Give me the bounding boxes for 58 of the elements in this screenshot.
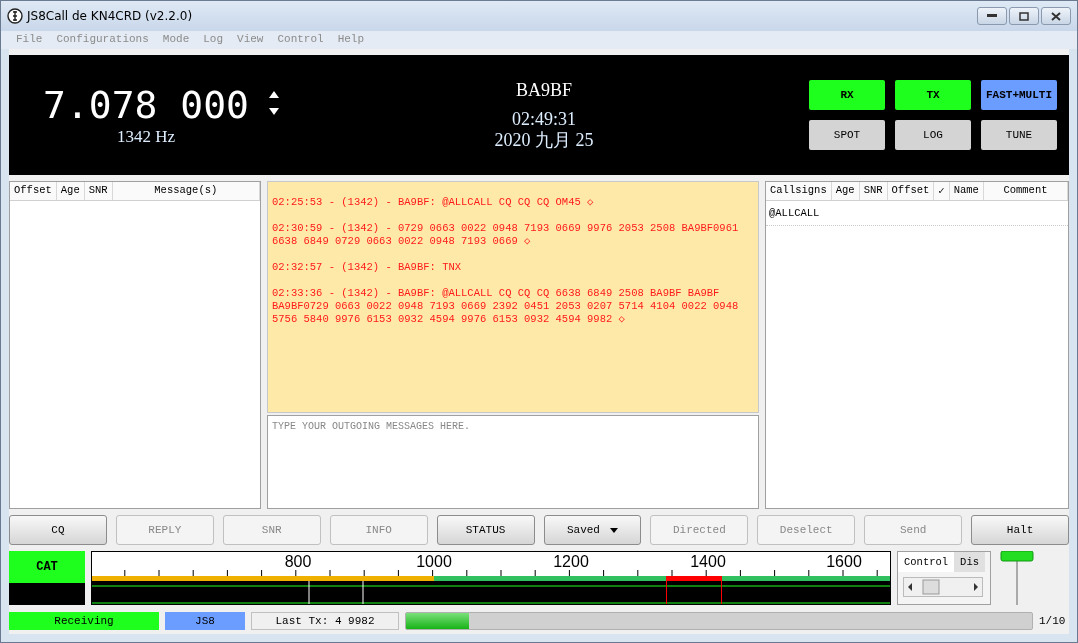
mode-button[interactable]: SPOT [809,120,885,150]
callsign-display: BA9BF [516,79,572,101]
column-header[interactable]: Comment [983,182,1068,200]
frequency-display: 7.078 000 [43,83,249,127]
minimize-icon [987,14,997,18]
scale-label: 1000 [416,553,452,571]
offset-display: 1342 Hz [116,127,176,147]
app-logo-icon [7,8,23,24]
mode-label: JS8 [165,612,245,630]
down-arrow-icon[interactable] [269,108,279,115]
action-button[interactable]: Halt [971,515,1069,545]
up-arrow-icon[interactable] [269,91,279,98]
mode-button[interactable]: LOG [895,120,971,150]
message-text: 02:32:57 - (1342) - BA9BF: TNX [272,261,463,274]
caret-icon [609,527,618,533]
column-header[interactable]: ✓ [934,182,950,200]
mode-button[interactable]: TUNE [981,120,1057,150]
action-button[interactable]: Saved [543,515,642,545]
column-header[interactable]: Age [831,182,860,200]
column-header[interactable]: Age [56,182,85,200]
message-input[interactable]: TYPE YOUR OUTGOING MESSAGES HERE. [267,415,759,509]
waterfall-drawing[interactable] [92,576,890,604]
scale-label: 1200 [553,553,589,571]
gain-slider[interactable] [999,551,1035,605]
message-text: 02:30:59 - (1342) - 0729 0663 0022 0948 7193 0669 9976 2053 2508 BA9BF0961 6638 6849 0729 0663 0022 0948 7193 0669 ◇ [272,222,740,248]
clock-display: 02:49:31 [512,108,576,130]
close-icon [1051,11,1061,21]
cat-indicator[interactable]: CAT [9,551,85,583]
callsign-row[interactable]: @ALLCALL [766,201,1068,226]
panel-tab[interactable]: Control [898,552,955,572]
action-button[interactable]: CQ [9,515,107,545]
last-tx-label: Last Tx: 4 9982 [251,612,399,630]
column-header[interactable]: Offset [10,182,57,200]
maximize-icon [1019,11,1029,21]
close-button[interactable] [1041,7,1071,25]
scale-label: 800 [284,553,312,571]
horizontal-scrollbar[interactable] [903,577,983,597]
mode-button[interactable]: TX [895,80,971,110]
scale-label: 1400 [690,553,726,571]
maximize-button[interactable] [1009,7,1039,25]
column-header[interactable]: SNR [859,182,888,200]
status-label: Receiving [9,612,159,630]
message-text: 02:33:36 - (1342) - BA9BF: @ALLCALL CQ CQ CQ 6638 6849 2508 BA9BF BA9BF BA9BF0729 0663 0022 0948 7193 0669 2392 0451 2053 0207 5714 4104 0022 0948 5756 5840 9976 6153 0932 4594 9976 6153 0932 4594 9982 ◇ [272,287,740,326]
progress-text: 1/10 [1039,615,1067,627]
mode-button[interactable]: FAST+MULTI [981,80,1057,110]
date-display: 2020 九月 25 [494,129,594,151]
window-title: JS8Call de KN4CRD (v2.2.0) [27,9,194,23]
column-header[interactable]: SNR [84,182,113,200]
message-text: 02:25:53 - (1342) - BA9BF: @ALLCALL CQ CQ CQ OM45 ◇ [272,196,595,209]
mode-button[interactable]: RX [809,80,885,110]
column-header[interactable]: Name [949,182,984,200]
column-header[interactable]: Offset [887,182,935,200]
minimize-button[interactable] [977,7,1007,25]
column-header[interactable]: Message(s) [112,182,260,200]
column-header[interactable]: Callsigns [766,182,832,200]
scale-label: 1600 [826,553,862,571]
action-button[interactable]: STATUS [436,515,535,545]
panel-tab[interactable]: Dis [954,552,985,572]
